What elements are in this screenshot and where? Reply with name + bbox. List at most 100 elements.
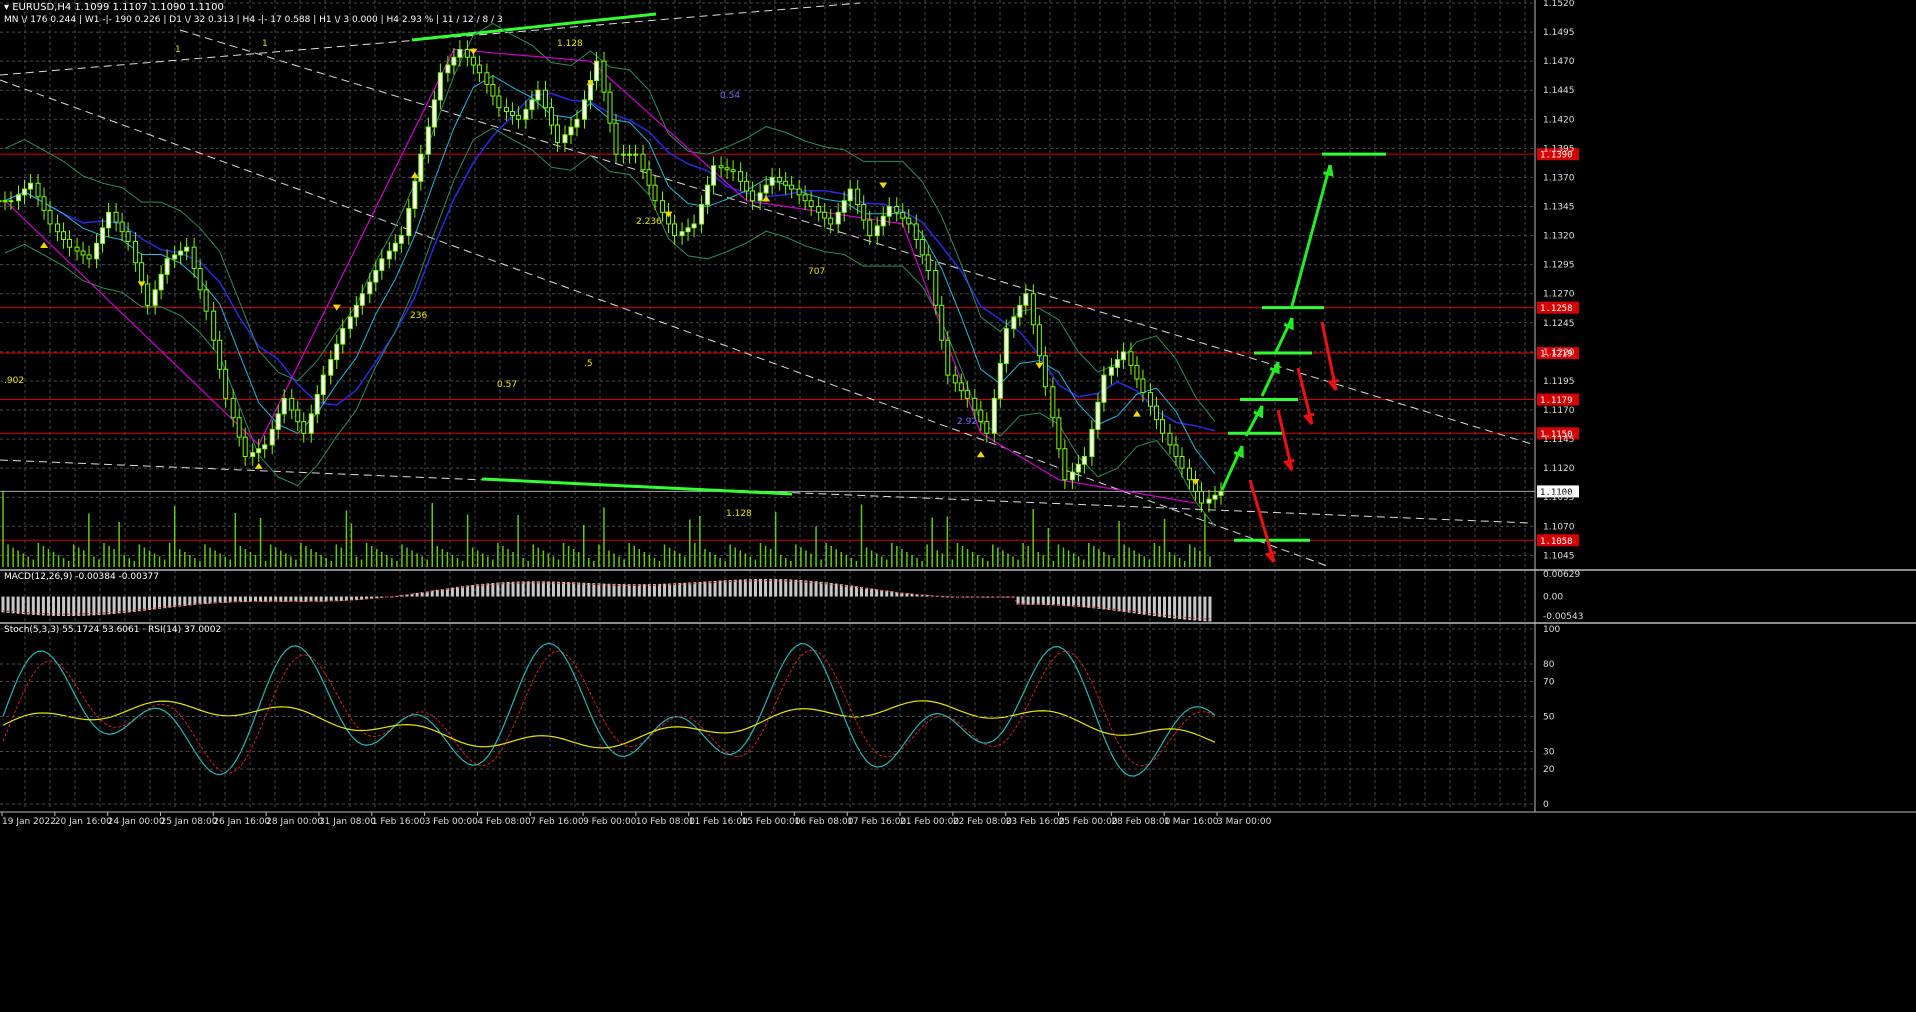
candle-body	[269, 428, 275, 446]
candle-body	[972, 397, 978, 411]
price-tick-label: 1.1495	[1543, 28, 1575, 38]
candle-body	[613, 122, 619, 155]
candle-body	[172, 254, 178, 260]
candle-body	[685, 227, 691, 233]
candle-body	[145, 283, 151, 306]
candle-body	[242, 436, 248, 458]
macd-histogram-bar	[112, 596, 116, 614]
time-tick-label: 28 Jan 00:00	[266, 817, 323, 827]
candle-body	[1179, 456, 1185, 469]
macd-histogram-bar	[789, 579, 793, 597]
candle-body	[796, 188, 802, 196]
candle-body	[2, 200, 8, 203]
macd-histogram-bar	[567, 582, 571, 597]
macd-histogram-bar	[587, 582, 591, 597]
candle-body	[80, 250, 86, 256]
macd-histogram-bar	[799, 580, 803, 597]
candle-body	[601, 60, 607, 93]
macd-histogram-bar	[92, 596, 96, 616]
macd-histogram-bar	[738, 579, 742, 597]
time-tick-label: 7 Feb 16:00	[530, 817, 584, 827]
candle-body	[529, 99, 535, 111]
price-tick-label: 1.1220	[1543, 348, 1575, 358]
candle-body	[581, 99, 587, 120]
candle-body	[457, 49, 463, 58]
candle-body	[711, 165, 717, 186]
candle-body	[861, 204, 867, 221]
macd-histogram-bar	[688, 582, 692, 597]
macd-histogram-bar	[147, 596, 151, 611]
mtf-summary: MN \/ 176 0.244 | W1 -|- 190 0.226 | D1 …	[4, 15, 503, 25]
candle-body	[464, 49, 470, 58]
macd-histogram-bar	[127, 596, 131, 613]
candle-body	[1120, 351, 1126, 361]
candle-body	[945, 339, 951, 376]
candle-body	[8, 200, 14, 203]
candle-body	[724, 167, 730, 171]
candle-body	[841, 200, 847, 213]
candle-body	[340, 328, 346, 345]
candle-body	[633, 153, 639, 156]
candle-body	[816, 206, 822, 213]
candle-body	[554, 124, 560, 144]
time-tick-label: 11 Feb 16:00	[689, 817, 748, 827]
trading-chart[interactable]: 1.13901.12581.12191.11791.11501.11001.10…	[0, 0, 1916, 1012]
fib-label: 1.128	[726, 509, 752, 519]
candle-body	[106, 211, 112, 229]
macd-histogram-bar	[97, 596, 101, 616]
candle-body	[672, 223, 678, 237]
macd-histogram-bar	[834, 583, 838, 597]
candle-body	[925, 254, 931, 271]
macd-histogram-bar	[733, 579, 737, 597]
time-tick-label: 10 Feb 08:00	[636, 817, 695, 827]
candle-body	[367, 281, 373, 295]
candle-body	[763, 184, 769, 194]
candle-body	[535, 89, 541, 101]
candle-body	[828, 217, 834, 225]
candle-body	[1101, 374, 1107, 403]
macd-histogram-bar	[1112, 596, 1116, 611]
fib-label: .902	[4, 376, 24, 386]
candle-body	[777, 176, 783, 182]
macd-histogram-bar	[753, 579, 757, 597]
candle-body	[738, 171, 744, 182]
macd-histogram-bar	[158, 596, 162, 609]
candle-body	[1023, 293, 1029, 306]
macd-histogram-bar	[572, 582, 576, 597]
candle-body	[406, 207, 412, 237]
macd-histogram-bar	[844, 584, 848, 597]
macd-histogram-bar	[1097, 596, 1101, 609]
candle-body	[1198, 490, 1204, 504]
candle-body	[379, 258, 385, 271]
macd-histogram-bar	[658, 583, 661, 597]
candle-body	[984, 421, 990, 434]
time-tick-label: 15 Feb 00:00	[742, 817, 801, 827]
time-tick-label: 19 Jan 2022	[2, 817, 56, 827]
candle-body	[652, 184, 658, 202]
price-tick-label: 1.1170	[1543, 406, 1575, 416]
time-tick-label: 24 Jan 00:00	[108, 817, 165, 827]
candle-body	[933, 269, 939, 306]
macd-histogram-bar	[1137, 596, 1141, 615]
candle-body	[523, 109, 529, 120]
macd-histogram-bar	[642, 584, 646, 597]
price-tick-label: 1.1070	[1543, 522, 1575, 532]
macd-histogram-bar	[132, 596, 136, 612]
candle-body	[236, 417, 242, 438]
candle-body	[699, 204, 705, 225]
candle-body	[1075, 463, 1081, 473]
macd-histogram-bar	[456, 586, 459, 597]
macd-histogram-bar	[1067, 596, 1071, 607]
stoch-tick-label: 100	[1543, 625, 1560, 635]
candle-body	[373, 269, 379, 283]
macd-histogram-bar	[673, 583, 677, 597]
candle-body	[262, 444, 268, 450]
price-tick-label: 1.1045	[1543, 551, 1575, 561]
macd-histogram-bar	[1188, 596, 1192, 621]
candle-body	[769, 176, 775, 186]
macd-histogram-bar	[784, 579, 788, 597]
macd-histogram-bar	[496, 582, 500, 597]
candle-body	[867, 219, 873, 237]
candle-body	[0, 200, 2, 203]
macd-histogram-bar	[481, 583, 485, 597]
